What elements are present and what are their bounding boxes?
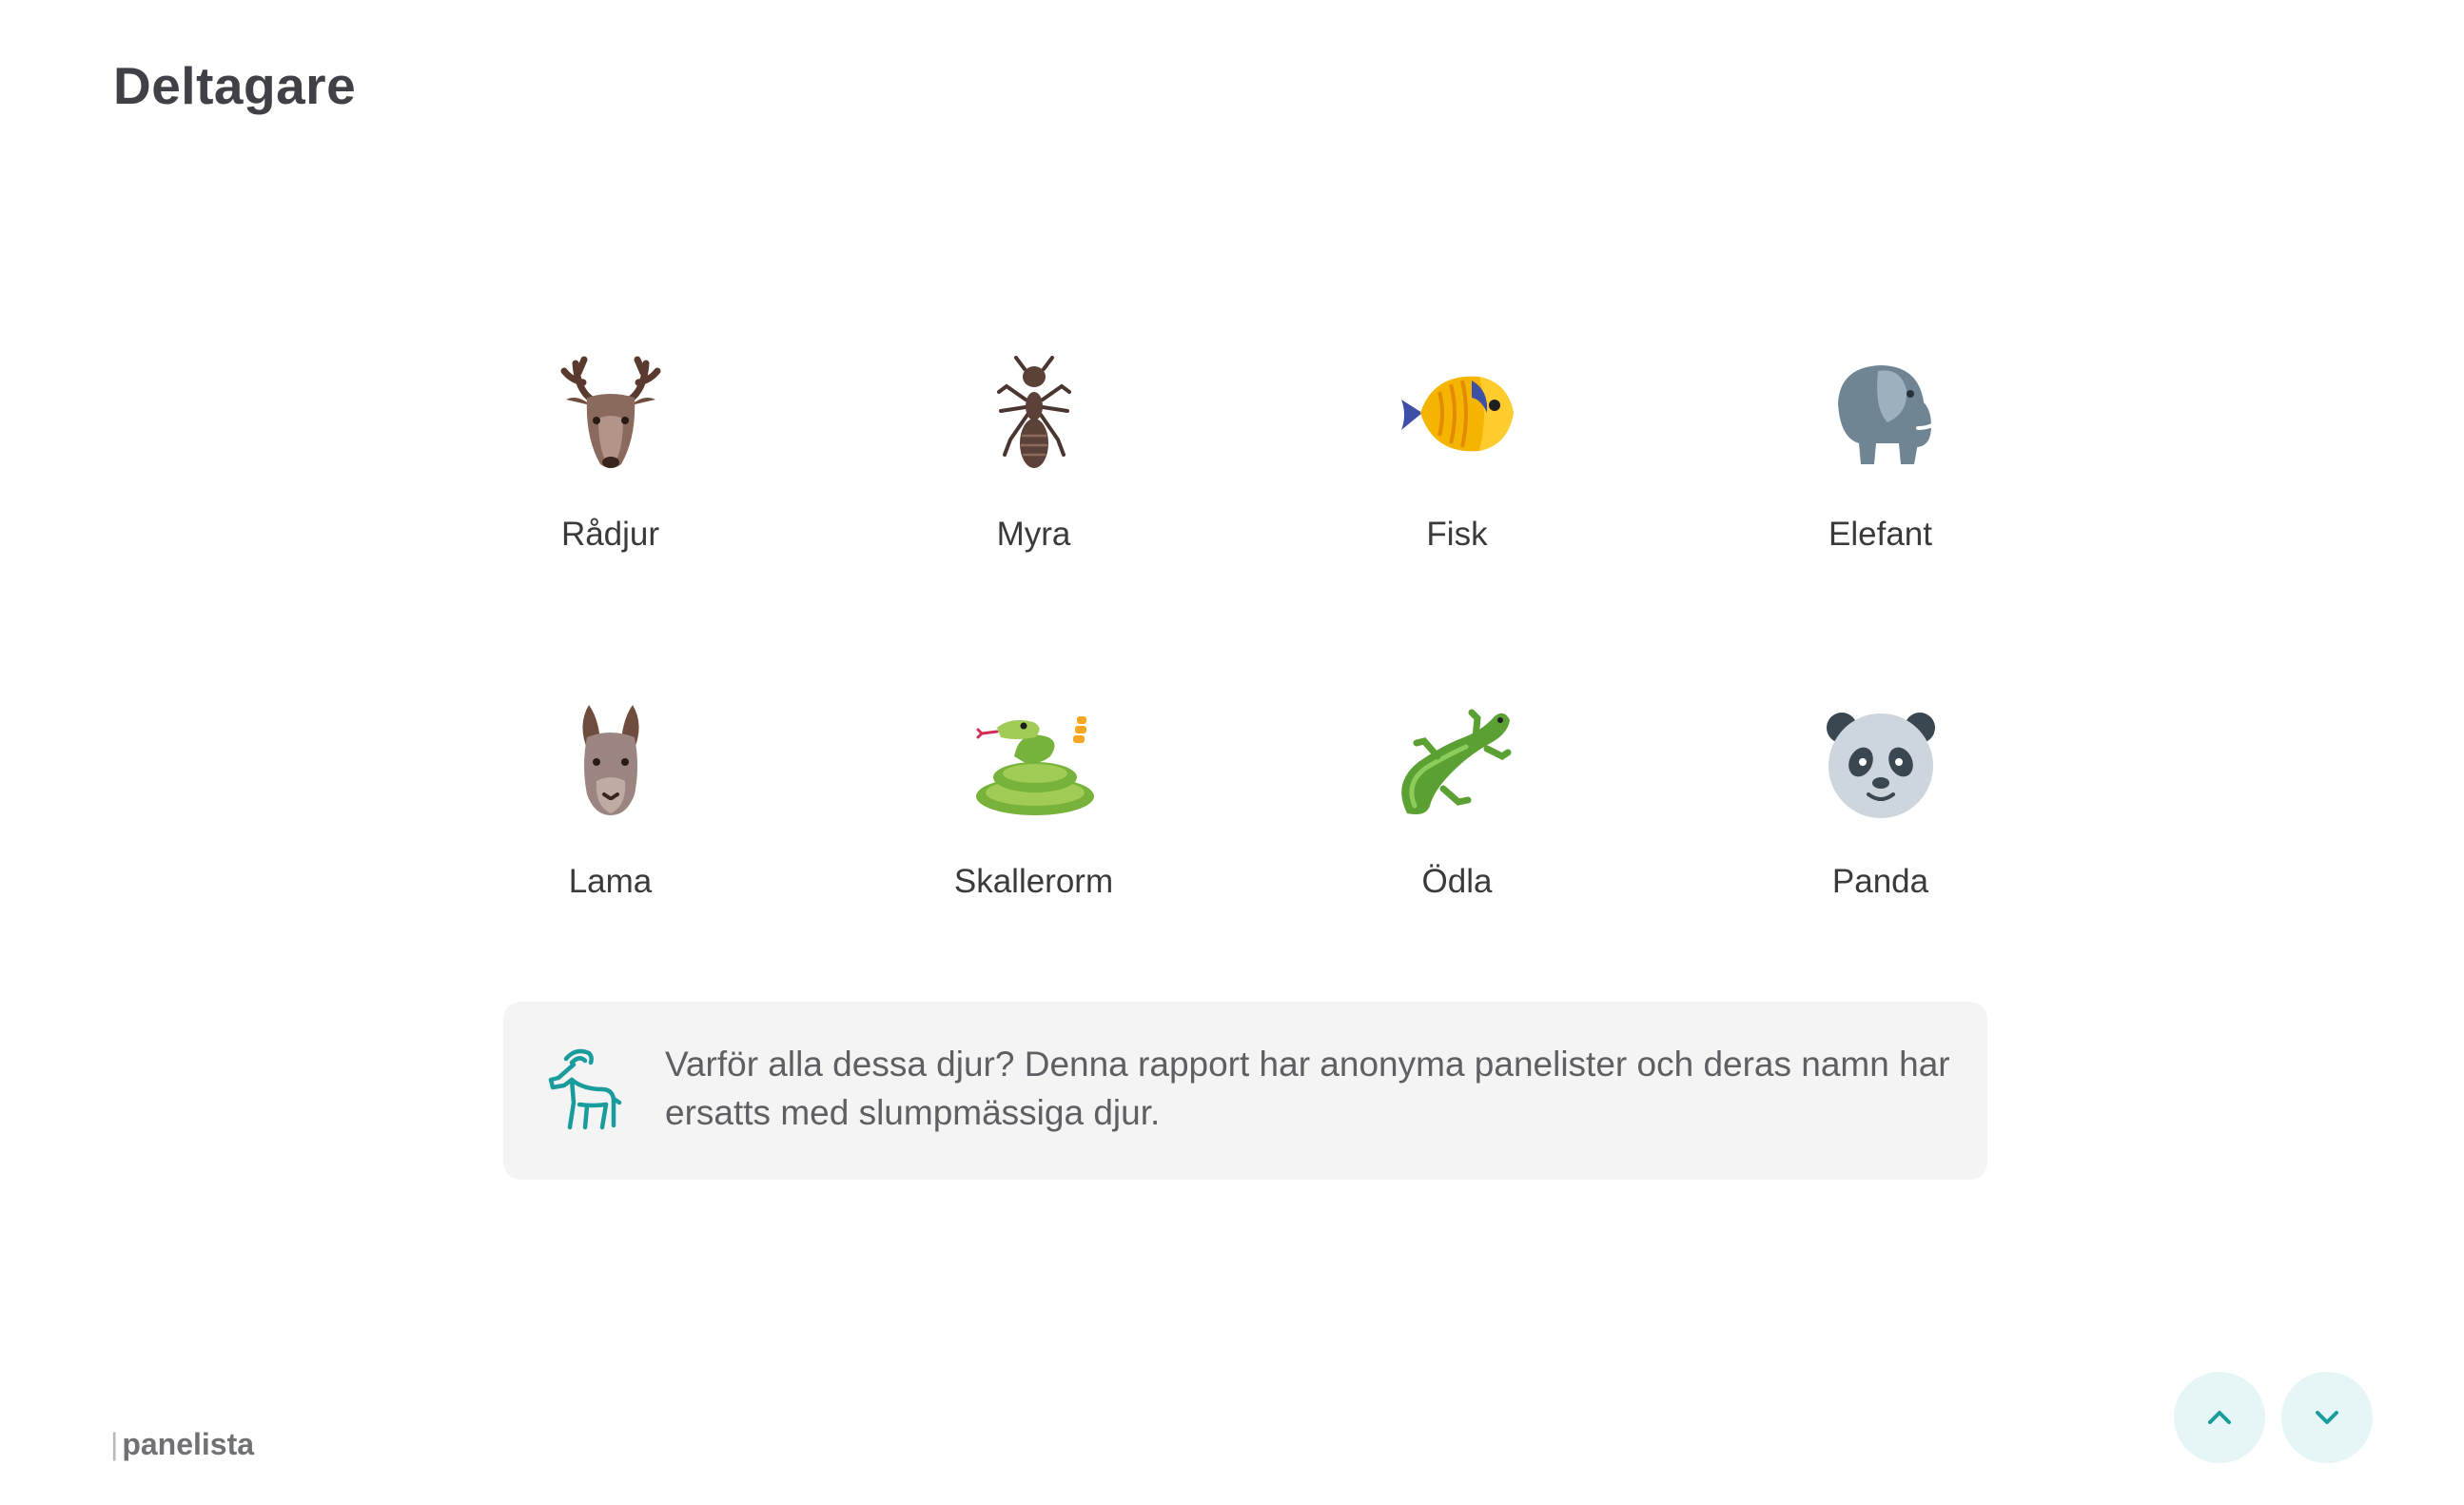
participant-label: Elefant [1828,516,1932,553]
participant-item: Elefant [1669,352,2092,699]
participant-item: Ödla [1245,699,1669,1046]
deer-icon [560,356,660,468]
page-title: Deltagare [113,56,357,115]
participant-item: Fisk [1245,352,1669,699]
participant-label: Lama [568,863,653,900]
rattlesnake-icon [975,716,1094,815]
participant-item: Myra [822,352,1245,699]
elephant-icon [1837,365,1939,464]
participant-label: Fisk [1426,516,1488,553]
brand-name: panelista [122,1427,255,1461]
participant-label: Myra [996,516,1071,553]
fish-icon [1400,376,1514,452]
participant-item: Skallerorm [822,699,1245,1046]
llama-icon [581,705,639,815]
participant-item: Panda [1669,699,2092,1046]
info-text: Varför alla dessa djur? Denna rapport ha… [665,1045,1950,1132]
participant-item: Rådjur [399,352,822,699]
goat-icon [548,1048,622,1130]
ant-icon [996,356,1071,468]
participant-label: Ödla [1421,863,1493,900]
chevron-up-icon [2208,1411,2231,1424]
participant-item: Lama [399,699,822,1046]
participant-label: Rådjur [560,516,660,553]
chevron-down-icon [2316,1411,2338,1424]
scroll-down-button[interactable] [2281,1372,2373,1463]
lizard-icon [1400,709,1511,814]
scroll-up-button[interactable] [2174,1372,2265,1463]
brand-logo: | panelista [110,1427,254,1462]
participant-label: Panda [1831,863,1929,900]
info-box: Varför alla dessa djur? Denna rapport ha… [503,1002,1987,1180]
brand-prefix: | [110,1427,119,1461]
participant-label: Skallerorm [953,863,1114,900]
participants-grid: Rådjur Myra Fisk Elefant Lama Skallerorm… [399,352,2092,1046]
panda-icon [1826,713,1935,818]
